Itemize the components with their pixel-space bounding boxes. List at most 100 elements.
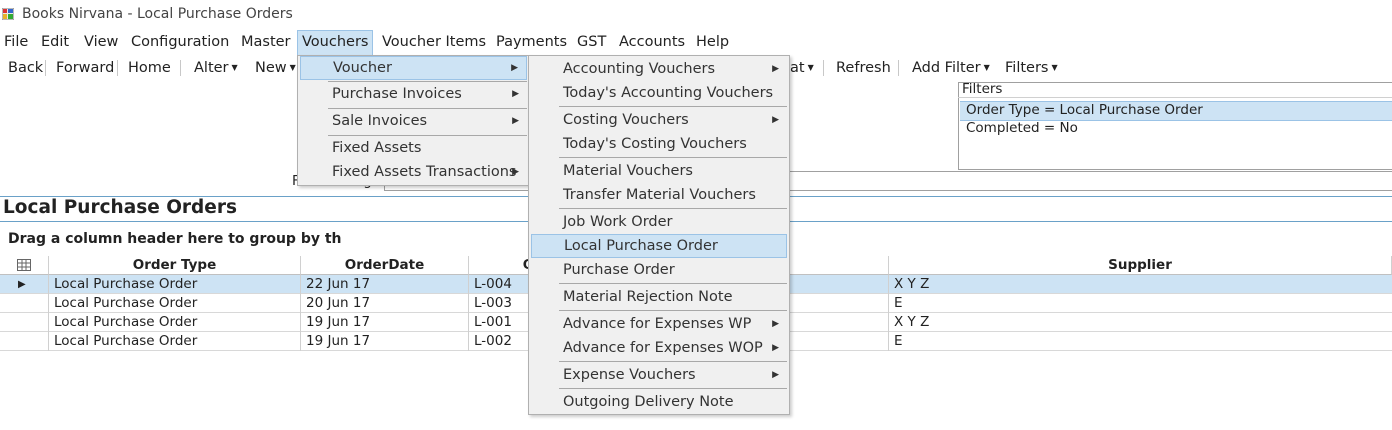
chevron-right-icon: ▶ [772,115,779,125]
menu-separator [559,283,787,284]
column-header-order-date[interactable]: OrderDate [301,256,469,275]
menu-item-sale-invoices-label: Sale Invoices [332,113,428,129]
menu-item-job-work-order[interactable]: Job Work Order [531,210,787,234]
toolbar-separator [823,60,824,76]
menu-item-todays-accounting-vouchers[interactable]: Today's Accounting Vouchers [531,81,787,105]
window-title: Books Nirvana - Local Purchase Orders [22,6,293,22]
filter-item-order-type[interactable]: Order Type = Local Purchase Order [966,102,1203,118]
chevron-down-icon: ▼ [231,63,238,72]
chevron-right-icon: ▶ [772,343,779,353]
format-label: at [790,60,805,76]
chevron-right-icon: ▶ [512,167,519,177]
menu-item-advance-expenses-wop[interactable]: Advance for Expenses WOP ▶ [531,336,787,360]
chevron-right-icon: ▶ [512,89,519,99]
chevron-down-icon: ▼ [983,63,990,72]
group-by-hint: Drag a column header here to group by th [8,231,342,247]
menu-separator [559,106,787,107]
menu-item-fixed-assets-transactions[interactable]: Fixed Assets Transactions ▶ [300,160,527,184]
menu-vouchers[interactable]: Vouchers [297,30,374,55]
menu-edit[interactable]: Edit [37,30,73,54]
add-filter-dropdown[interactable]: Add Filter ▼ [912,56,990,80]
menu-item-label: Costing Vouchers [563,112,689,128]
filters-dropdown[interactable]: Filters ▼ [1005,56,1058,80]
cell-order-type: Local Purchase Order [49,313,301,332]
menu-item-voucher-label: Voucher [333,60,392,76]
column-header-supplier[interactable]: Supplier [889,256,1392,275]
menu-item-accounting-vouchers[interactable]: Accounting Vouchers ▶ [531,57,787,81]
menu-item-material-rejection-note[interactable]: Material Rejection Note [531,285,787,309]
chevron-down-icon: ▼ [289,63,296,72]
row-indicator [0,313,49,332]
cell-order-date: 19 Jun 17 [301,332,469,351]
cell-order-type: Local Purchase Order [49,275,301,294]
format-dropdown[interactable]: at ▼ [790,56,814,80]
refresh-button[interactable]: Refresh [836,56,891,80]
menu-separator [559,157,787,158]
add-filter-label: Add Filter [912,60,981,76]
divider [958,97,1392,98]
app-icon [2,8,14,20]
menu-help[interactable]: Help [692,30,733,54]
filter-item-completed[interactable]: Completed = No [966,120,1078,136]
new-label: New [255,60,287,76]
filters-panel-header: Filters [962,81,1003,97]
column-header-order-type[interactable]: Order Type [49,256,301,275]
page-title: Local Purchase Orders [3,197,237,218]
menu-configuration[interactable]: Configuration [127,30,233,54]
toolbar-separator [45,60,46,76]
cell-supplier: X Y Z [894,276,930,292]
menu-item-label: Expense Vouchers [563,367,696,383]
row-indicator [0,332,49,351]
menu-item-purchase-invoices[interactable]: Purchase Invoices ▶ [300,82,527,106]
menu-item-fixed-assets[interactable]: Fixed Assets [300,136,527,160]
menu-separator [559,310,787,311]
menu-item-expense-vouchers[interactable]: Expense Vouchers ▶ [531,363,787,387]
menu-item-purchase-invoices-label: Purchase Invoices [332,86,462,102]
cell-order-type: Local Purchase Order [49,332,301,351]
alter-dropdown[interactable]: Alter ▼ [194,56,238,80]
chevron-right-icon: ▶ [511,63,518,73]
cell-order-date: 22 Jun 17 [301,275,469,294]
forward-button[interactable]: Forward [56,56,114,80]
home-button[interactable]: Home [128,56,171,80]
vouchers-menu: Voucher ▶ Purchase Invoices ▶ Sale Invoice… [297,55,530,186]
new-dropdown[interactable]: New ▼ [255,56,296,80]
menu-bar: File Edit View Configuration Master Vouc… [0,30,1392,55]
chevron-down-icon: ▼ [1051,63,1058,72]
menu-view[interactable]: View [80,30,122,54]
menu-master[interactable]: Master [237,30,295,54]
menu-voucher-items[interactable]: Voucher Items [378,30,490,54]
filters-label: Filters [1005,60,1049,76]
cell-order-date: 19 Jun 17 [301,313,469,332]
menu-item-todays-costing-vouchers[interactable]: Today's Costing Vouchers [531,132,787,156]
menu-item-local-purchase-order[interactable]: Local Purchase Order [531,234,787,258]
cell-supplier: X Y Z [894,314,930,330]
cell-order-date: 20 Jun 17 [301,294,469,313]
back-button[interactable]: Back [8,56,43,80]
chevron-right-icon: ▶ [772,64,779,74]
menu-item-label: Advance for Expenses WP [563,316,752,332]
chevron-right-icon: ▶ [772,370,779,380]
menu-item-advance-expenses-wp[interactable]: Advance for Expenses WP ▶ [531,312,787,336]
chevron-down-icon: ▼ [807,63,814,72]
menu-item-voucher[interactable]: Voucher ▶ [300,56,527,80]
column-chooser-button[interactable] [0,256,49,275]
menu-item-costing-vouchers[interactable]: Costing Vouchers ▶ [531,108,787,132]
menu-item-outgoing-delivery-note[interactable]: Outgoing Delivery Note [531,390,787,414]
cell-supplier: E [894,333,903,349]
alter-label: Alter [194,60,229,76]
menu-separator [559,208,787,209]
row-indicator [0,294,49,313]
grid-icon [17,259,31,271]
menu-item-purchase-order[interactable]: Purchase Order [531,258,787,282]
menu-item-transfer-material-vouchers[interactable]: Transfer Material Vouchers [531,183,787,207]
menu-item-fixed-assets-transactions-label: Fixed Assets Transactions [332,164,517,180]
menu-payments[interactable]: Payments [492,30,571,54]
menu-item-material-vouchers[interactable]: Material Vouchers [531,159,787,183]
menu-item-sale-invoices[interactable]: Sale Invoices ▶ [300,109,527,133]
cell-supplier: E [894,295,903,311]
menu-gst[interactable]: GST [573,30,610,54]
menu-accounts[interactable]: Accounts [615,30,689,54]
menu-file[interactable]: File [0,30,32,54]
cell-order-type: Local Purchase Order [49,294,301,313]
